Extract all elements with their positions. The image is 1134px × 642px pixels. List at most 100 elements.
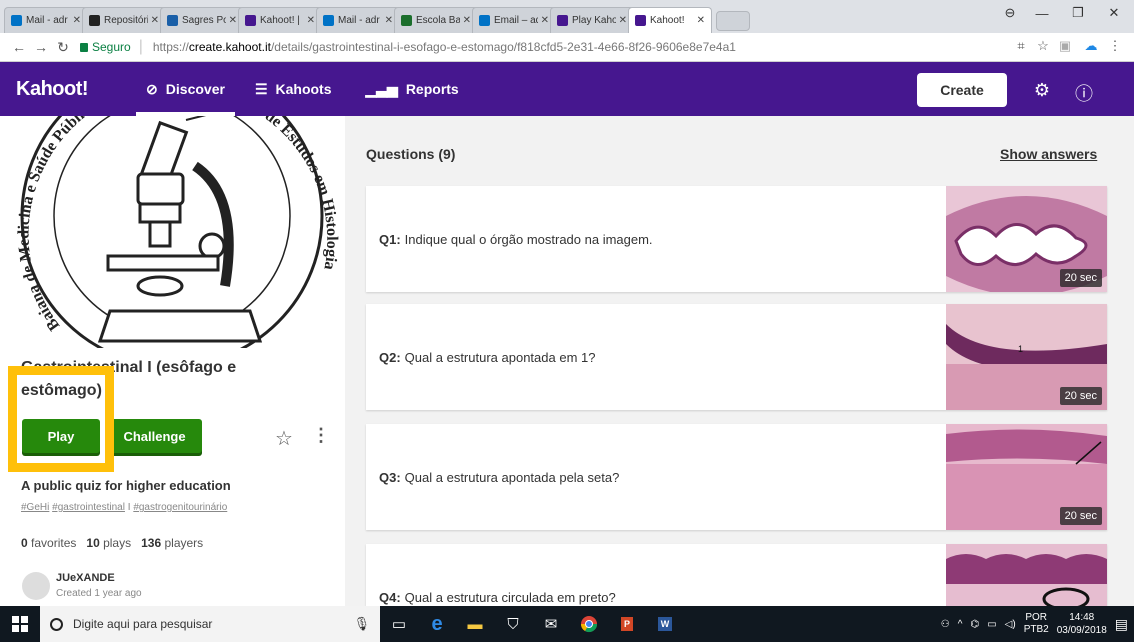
close-icon[interactable]: ✕ — [541, 15, 549, 26]
new-tab-button[interactable] — [716, 11, 750, 31]
question-card[interactable]: Q1: Indique qual o órgão mostrado na imag… — [366, 186, 1107, 292]
question-card[interactable]: Q4: Qual a estrutura circulada em preto? — [366, 544, 1107, 606]
tab-label: Repositóri — [104, 15, 148, 26]
maximize-icon[interactable]: ❐ — [1058, 0, 1098, 26]
tab-label: Mail - adr — [338, 15, 380, 26]
close-icon[interactable]: ✕ — [697, 15, 705, 26]
nav-kahoots[interactable]: ☰ Kahoots — [245, 62, 342, 116]
tab-label: Escola Bal — [416, 15, 460, 26]
tag-link[interactable]: #gastrogenitourinário — [133, 502, 227, 513]
browser-tab[interactable]: Repositóri ✕ — [82, 7, 166, 33]
browser-tab-bar: Mail - adr ✕ Repositóri ✕ Sagres Po ✕ Kahoo… — [0, 0, 1134, 33]
people-icon[interactable]: ⚇ — [941, 619, 950, 630]
author-avatar[interactable] — [22, 572, 50, 600]
task-view-icon[interactable]: ▭ — [380, 606, 418, 642]
show-hidden-icons[interactable]: ^ — [958, 619, 963, 630]
word-icon[interactable]: W — [646, 606, 684, 642]
close-icon[interactable]: ✕ — [151, 15, 159, 26]
create-button[interactable]: Create — [917, 73, 1007, 107]
tag-link[interactable]: #gastrointestinal — [52, 502, 125, 513]
show-answers-link[interactable]: Show answers — [1000, 146, 1097, 162]
question-text: Q1: Indique qual o órgão mostrado na imag… — [379, 231, 653, 247]
network-icon[interactable]: ⌬ — [970, 619, 979, 630]
challenge-button[interactable]: Challenge — [107, 419, 202, 453]
browser-tab[interactable]: Kahoot! | ✕ — [238, 7, 322, 33]
question-text: Q4: Qual a estrutura circulada em preto? — [379, 589, 616, 605]
tab-favicon-icon — [401, 15, 412, 26]
clock-time: 14:48 — [1069, 612, 1095, 623]
quiz-stats: 0 favorites 10 plays 136 players — [21, 536, 203, 550]
nav-kahoots-label: Kahoots — [275, 81, 332, 97]
question-time-badge: 20 sec — [1059, 387, 1102, 405]
url-path: /details/gastrointestinal-i-esofago-e-es… — [270, 40, 736, 54]
kahoot-logo[interactable]: Kahoot! — [16, 78, 89, 101]
author-name[interactable]: JUeXANDE — [56, 572, 115, 584]
questions-header: Questions (9) — [366, 146, 456, 162]
chrome-icon[interactable] — [570, 606, 608, 642]
browser-tab[interactable]: Escola Bal ✕ — [394, 7, 478, 33]
tag-link[interactable]: #GeHi — [21, 502, 49, 513]
taskbar-search-input[interactable]: Digite aqui para pesquisar 🎙 — [40, 606, 380, 642]
tab-label: Sagres Po — [182, 15, 226, 26]
quiz-cover-image: Baiana de Medicina e Saúde Pública Grupo… — [0, 116, 345, 348]
tab-favicon-icon — [479, 15, 490, 26]
browser-tab[interactable]: Email – ad ✕ — [472, 7, 556, 33]
cover-arc-text-right: Grupo de Estudos em Histologia — [219, 116, 341, 271]
browser-tab-active[interactable]: Kahoot! ✕ — [628, 7, 712, 33]
close-icon[interactable]: ✕ — [463, 15, 471, 26]
favorites-stat: 0 favorites — [21, 536, 77, 550]
battery-icon[interactable]: ▭ — [987, 619, 996, 630]
question-image: 20 sec — [946, 424, 1107, 530]
browser-tab[interactable]: Mail - adr ✕ — [4, 7, 88, 33]
close-icon[interactable]: ✕ — [73, 15, 81, 26]
bookmark-star-icon[interactable]: ☆ — [1034, 38, 1052, 56]
gear-icon[interactable]: ⚙ — [1032, 80, 1052, 101]
tab-label: Email – ad — [494, 15, 538, 26]
question-card[interactable]: Q2: Qual a estrutura apontada em 1? 1 20 … — [366, 304, 1107, 410]
window-close-icon[interactable]: ✕ — [1094, 0, 1134, 26]
tab-favicon-icon — [323, 15, 334, 26]
nav-discover[interactable]: ⊘ Discover — [136, 62, 235, 116]
question-card[interactable]: Q3: Qual a estrutura apontada pela seta? … — [366, 424, 1107, 530]
browser-menu-icon[interactable]: ⋮ — [1106, 38, 1124, 56]
translate-icon[interactable]: ⌗ — [1012, 38, 1030, 56]
extension-icon[interactable]: ▣ — [1056, 38, 1074, 56]
svg-text:Baiana de Medicina e Saúde Púb: Baiana de Medicina e Saúde Pública — [16, 116, 100, 334]
secure-indicator[interactable]: Seguro — [80, 40, 131, 54]
notification-icon[interactable]: ▤ — [1115, 616, 1128, 633]
mail-icon[interactable]: ✉ — [532, 606, 570, 642]
more-options-icon[interactable]: ⋮ — [312, 425, 330, 446]
question-text: Q3: Qual a estrutura apontada pela seta? — [379, 469, 620, 485]
tab-label: Kahoot! — [650, 15, 685, 26]
close-icon[interactable]: ✕ — [229, 15, 237, 26]
close-icon[interactable]: ✕ — [619, 15, 627, 26]
tab-label: Kahoot! | — [260, 15, 300, 26]
browser-tab[interactable]: Play Kaho ✕ — [550, 7, 634, 33]
file-explorer-icon[interactable]: ▬ — [456, 606, 494, 642]
back-arrow-icon[interactable]: ← — [8, 39, 30, 55]
help-icon[interactable]: ⓘ — [1074, 80, 1094, 106]
favorite-star-icon[interactable]: ☆ — [275, 426, 293, 451]
quiz-description: A public quiz for higher education — [21, 478, 231, 493]
microphone-icon[interactable]: 🎙 — [353, 616, 370, 632]
edge-browser-icon[interactable]: e — [418, 606, 456, 642]
nav-reports[interactable]: ▁▃▅ Reports — [356, 62, 469, 116]
input-language[interactable]: POR PTB2 — [1024, 612, 1049, 636]
url-host: create.kahoot.it — [188, 40, 271, 54]
compass-icon: ⊘ — [146, 80, 158, 97]
address-bar: ← → ↻ Seguro | https://create.kahoot.it/… — [0, 33, 1134, 62]
powerpoint-icon[interactable]: P — [608, 606, 646, 642]
clock[interactable]: 14:48 03/09/2018 — [1057, 611, 1107, 637]
store-icon[interactable]: ⛉ — [494, 606, 532, 642]
cloud-extension-icon[interactable]: ☁ — [1082, 38, 1100, 56]
close-icon[interactable]: ✕ — [307, 15, 315, 26]
browser-tab[interactable]: Sagres Po ✕ — [160, 7, 244, 33]
close-icon[interactable]: ✕ — [385, 15, 393, 26]
browser-tab[interactable]: Mail - adr ✕ — [316, 7, 400, 33]
forward-arrow-icon[interactable]: → — [30, 39, 52, 55]
volume-icon[interactable]: ◁) — [1005, 619, 1016, 630]
windows-start-button[interactable] — [0, 606, 40, 642]
reload-icon[interactable]: ↻ — [52, 39, 74, 56]
url-input[interactable]: https://create.kahoot.it/details/gastroi… — [153, 40, 736, 54]
minimize-icon[interactable]: — — [1022, 0, 1062, 26]
